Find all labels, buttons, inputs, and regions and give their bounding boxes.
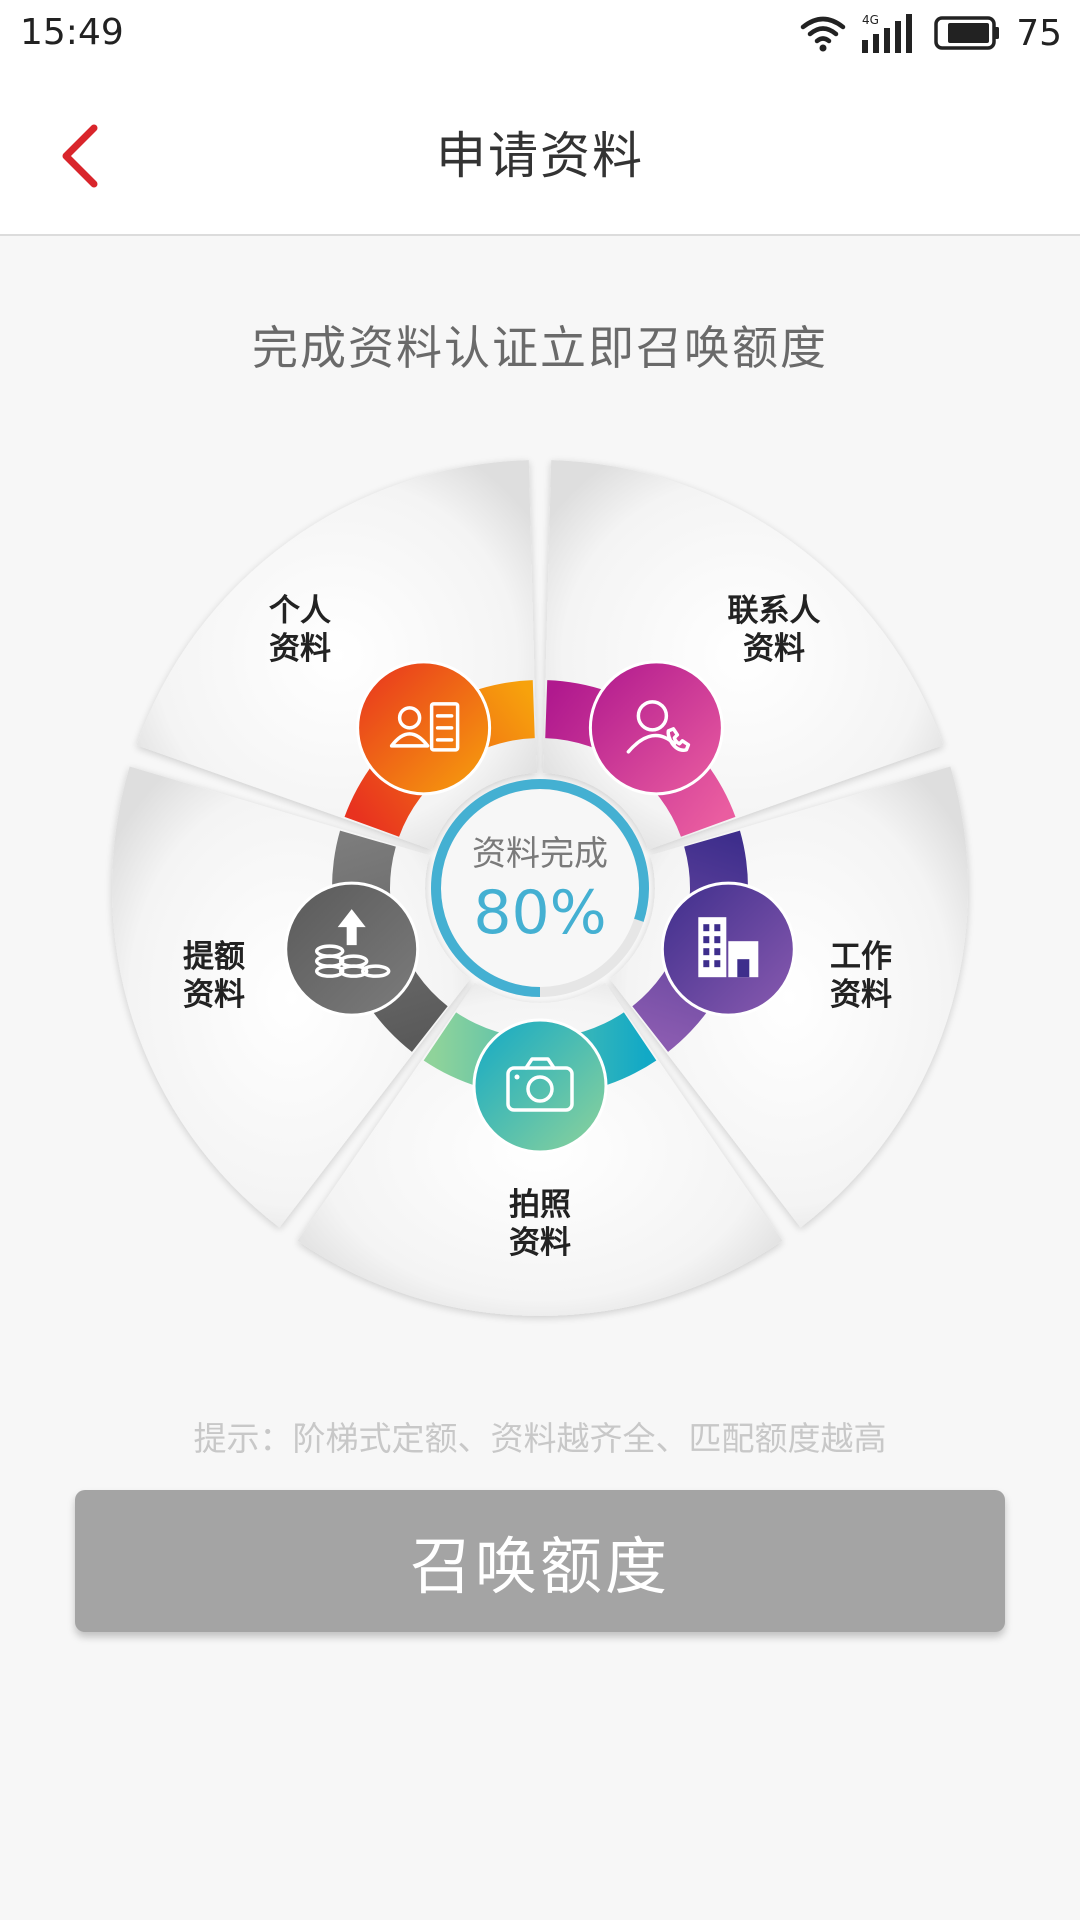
segment-label-personal[interactable]: 个人 资料 [220, 592, 380, 668]
segment-line1: 工作 [830, 939, 892, 975]
hint-text: 提示：阶梯式定额、资料越齐全、匹配额度越高 [193, 1419, 887, 1458]
segment-line2: 资料 [269, 631, 331, 667]
page-subtitle: 完成资料认证立即召唤额度 [252, 321, 828, 375]
id-card-icon[interactable] [356, 660, 492, 796]
page-title: 申请资料 [436, 127, 644, 185]
segment-label-credit[interactable]: 提额 资料 [134, 938, 294, 1014]
segment-line2: 资料 [743, 631, 805, 667]
signal-icon: 4G [862, 13, 913, 53]
battery-level: 75 [1016, 12, 1062, 54]
segment-label-work[interactable]: 工作 资料 [781, 938, 941, 1014]
segment-line1: 拍照 [509, 1187, 571, 1223]
segment-line2: 资料 [183, 977, 245, 1013]
progress-label: 资料完成 [472, 834, 608, 874]
summon-credit-button[interactable]: 召唤额度 [75, 1490, 1005, 1632]
battery-icon [934, 16, 1000, 50]
status-time: 15:49 [20, 12, 124, 53]
contact-phone-icon[interactable] [588, 660, 724, 796]
nav-bar: 申请资料 [0, 66, 1080, 236]
segment-line2: 资料 [509, 1225, 571, 1261]
segment-line1: 联系人 [727, 593, 821, 629]
progress-value: 80% [473, 878, 607, 948]
camera-icon[interactable] [472, 1018, 608, 1154]
status-bar: 15:49 4G 75 [0, 0, 1080, 66]
segment-label-contacts[interactable]: 联系人 资料 [694, 592, 854, 668]
segment-line2: 资料 [830, 977, 892, 1013]
status-icons: 4G 75 [800, 10, 1062, 56]
segment-line1: 提额 [183, 939, 245, 975]
network-label: 4G [862, 13, 879, 27]
segment-label-photo[interactable]: 拍照 资料 [460, 1186, 620, 1262]
wifi-icon [800, 16, 846, 52]
segment-line1: 个人 [269, 593, 331, 629]
